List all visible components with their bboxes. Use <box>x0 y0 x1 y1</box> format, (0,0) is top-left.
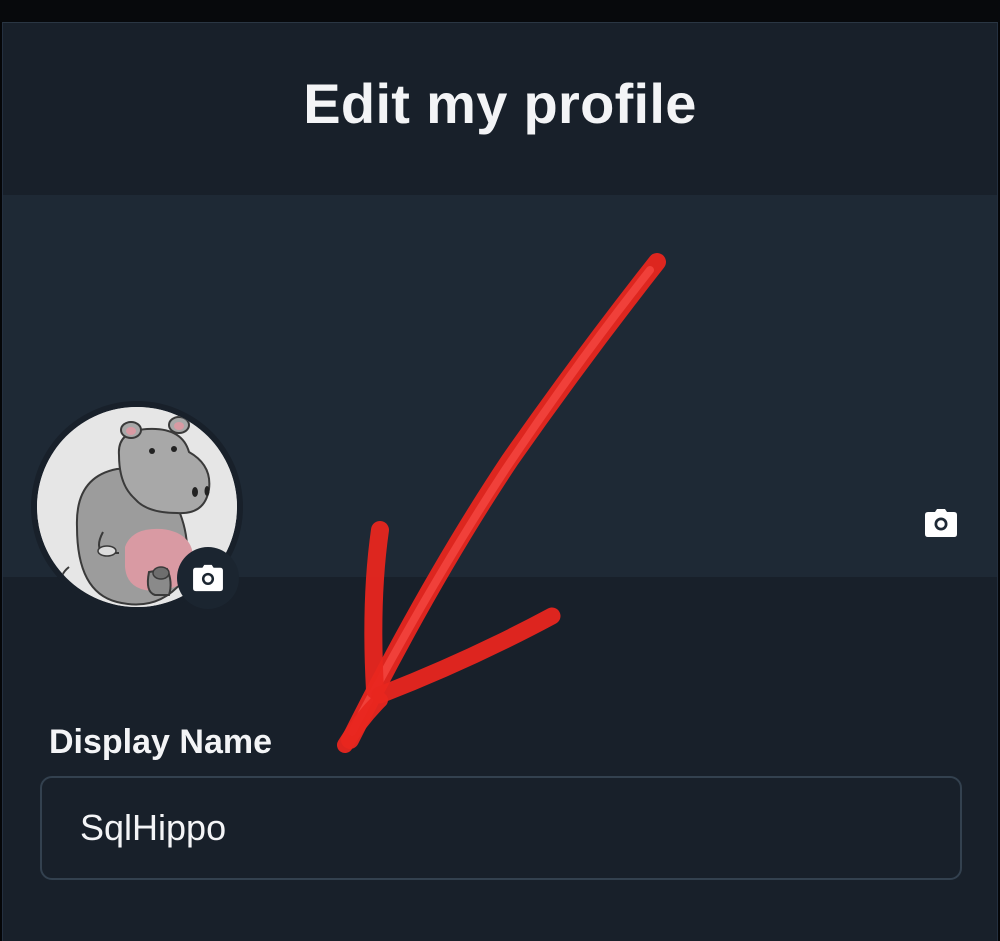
top-strip <box>0 0 1000 22</box>
display-name-input[interactable] <box>40 776 962 880</box>
camera-icon <box>193 564 223 592</box>
display-name-label: Display Name <box>49 723 272 761</box>
banner-camera-button[interactable] <box>924 508 958 538</box>
page-title: Edit my profile <box>303 71 697 135</box>
camera-icon <box>925 509 957 537</box>
avatar-camera-button[interactable] <box>177 547 239 609</box>
edit-profile-panel: Edit my profile Display Name SqlHippo <box>2 22 998 941</box>
header: Edit my profile <box>3 23 997 195</box>
